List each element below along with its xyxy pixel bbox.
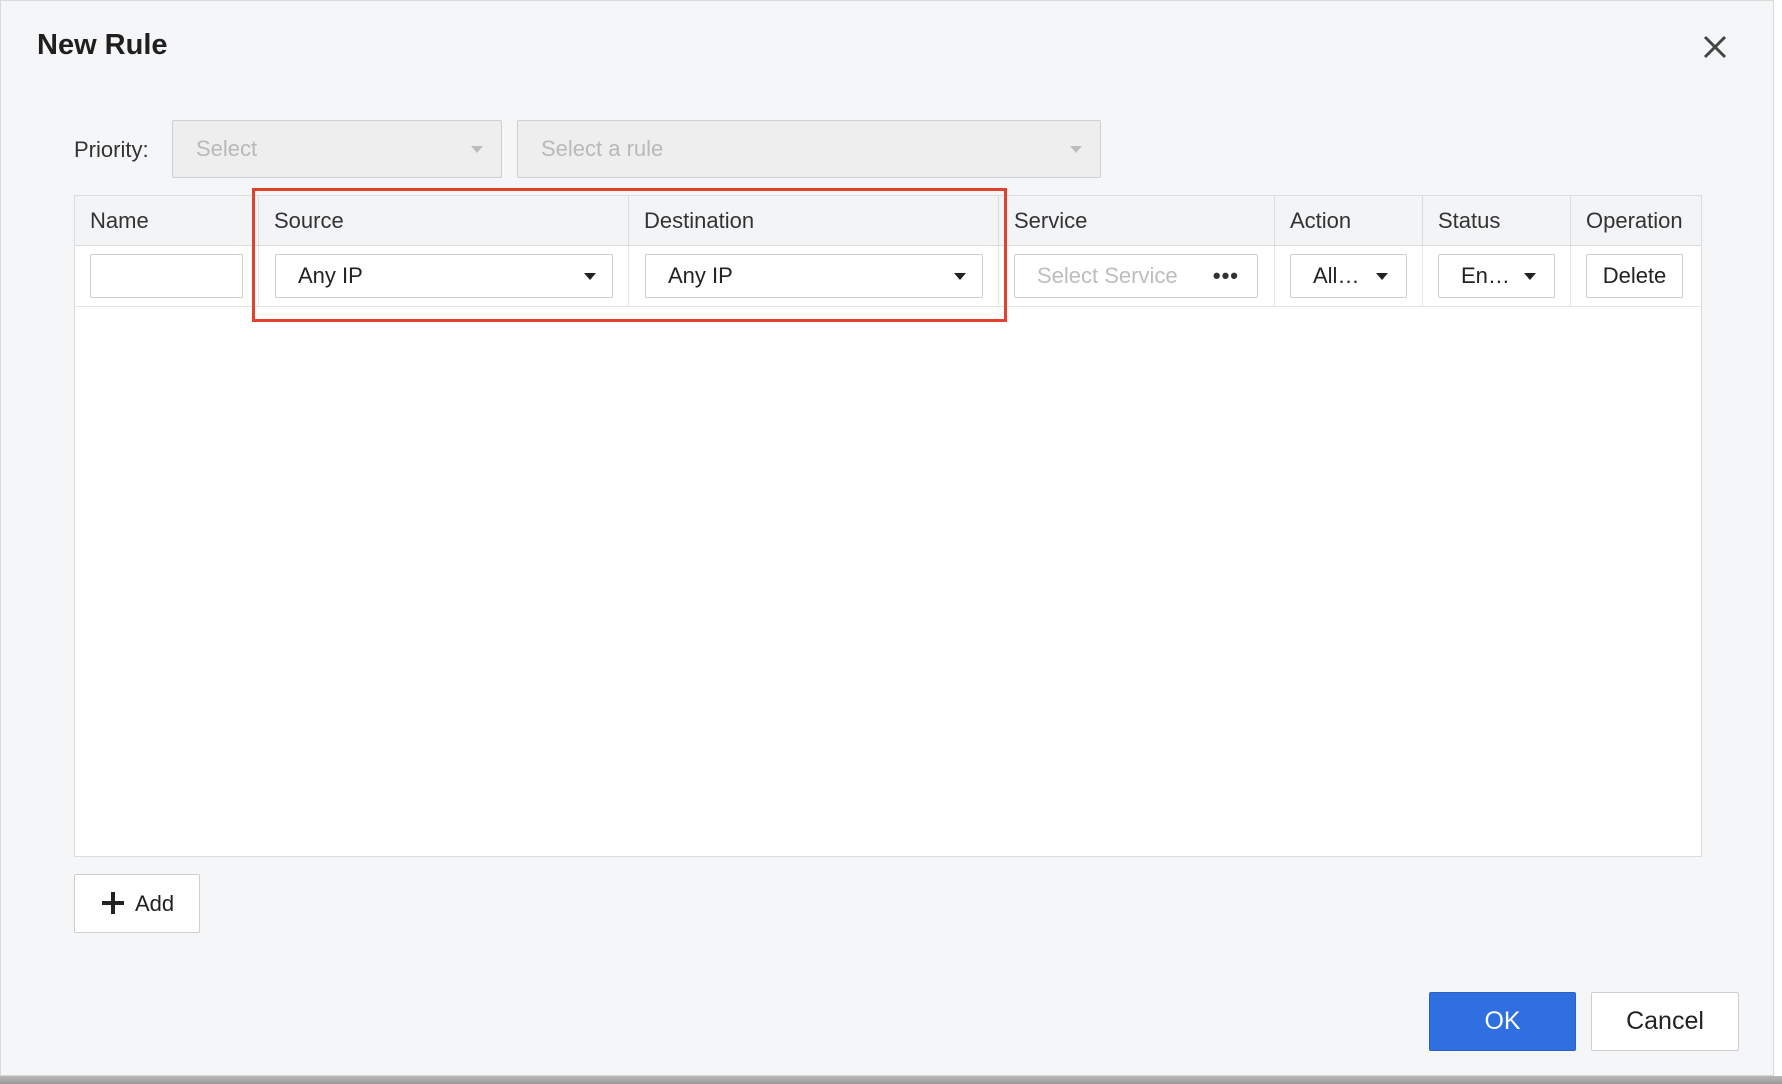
close-icon[interactable] <box>1695 27 1735 67</box>
chevron-down-icon <box>1524 273 1536 280</box>
rule-select-placeholder: Select a rule <box>541 136 664 161</box>
source-destination-highlight <box>252 188 1007 322</box>
add-button[interactable]: Add <box>74 874 200 933</box>
delete-button[interactable]: Delete <box>1586 254 1683 298</box>
service-cell: Select Service ••• <box>999 246 1275 306</box>
service-placeholder: Select Service <box>1037 263 1178 288</box>
new-rule-dialog: New Rule Priority: Select Select a rule … <box>0 0 1774 1076</box>
more-icon[interactable]: ••• <box>1213 255 1239 297</box>
dialog-title: New Rule <box>37 29 168 61</box>
name-input[interactable] <box>90 254 243 298</box>
priority-select[interactable]: Select <box>172 120 502 178</box>
window-bottom-edge <box>0 1076 1782 1084</box>
status-dropdown[interactable]: En… <box>1438 254 1555 298</box>
operation-cell: Delete <box>1571 246 1702 306</box>
action-dropdown[interactable]: All… <box>1290 254 1407 298</box>
chevron-down-icon <box>1070 146 1082 153</box>
column-header-name: Name <box>75 196 259 246</box>
service-selector[interactable]: Select Service ••• <box>1014 254 1258 298</box>
column-header-operation: Operation <box>1586 208 1683 233</box>
column-header-status: Status <box>1423 196 1571 246</box>
ok-button[interactable]: OK <box>1429 992 1576 1051</box>
add-button-label: Add <box>135 891 175 916</box>
action-cell: All… <box>1275 246 1423 306</box>
action-value: All… <box>1313 263 1360 288</box>
name-cell <box>75 246 259 306</box>
window-edge <box>1774 0 1782 1084</box>
column-header-service: Service <box>999 196 1275 246</box>
status-value: En… <box>1461 263 1510 288</box>
priority-label: Priority: <box>74 137 149 162</box>
column-header-action: Action <box>1275 196 1423 246</box>
plus-icon <box>102 892 124 914</box>
status-cell: En… <box>1423 246 1571 306</box>
chevron-down-icon <box>471 146 483 153</box>
priority-select-placeholder: Select <box>196 136 258 161</box>
rule-select[interactable]: Select a rule <box>517 120 1101 178</box>
cancel-button[interactable]: Cancel <box>1591 992 1739 1051</box>
chevron-down-icon <box>1376 273 1388 280</box>
